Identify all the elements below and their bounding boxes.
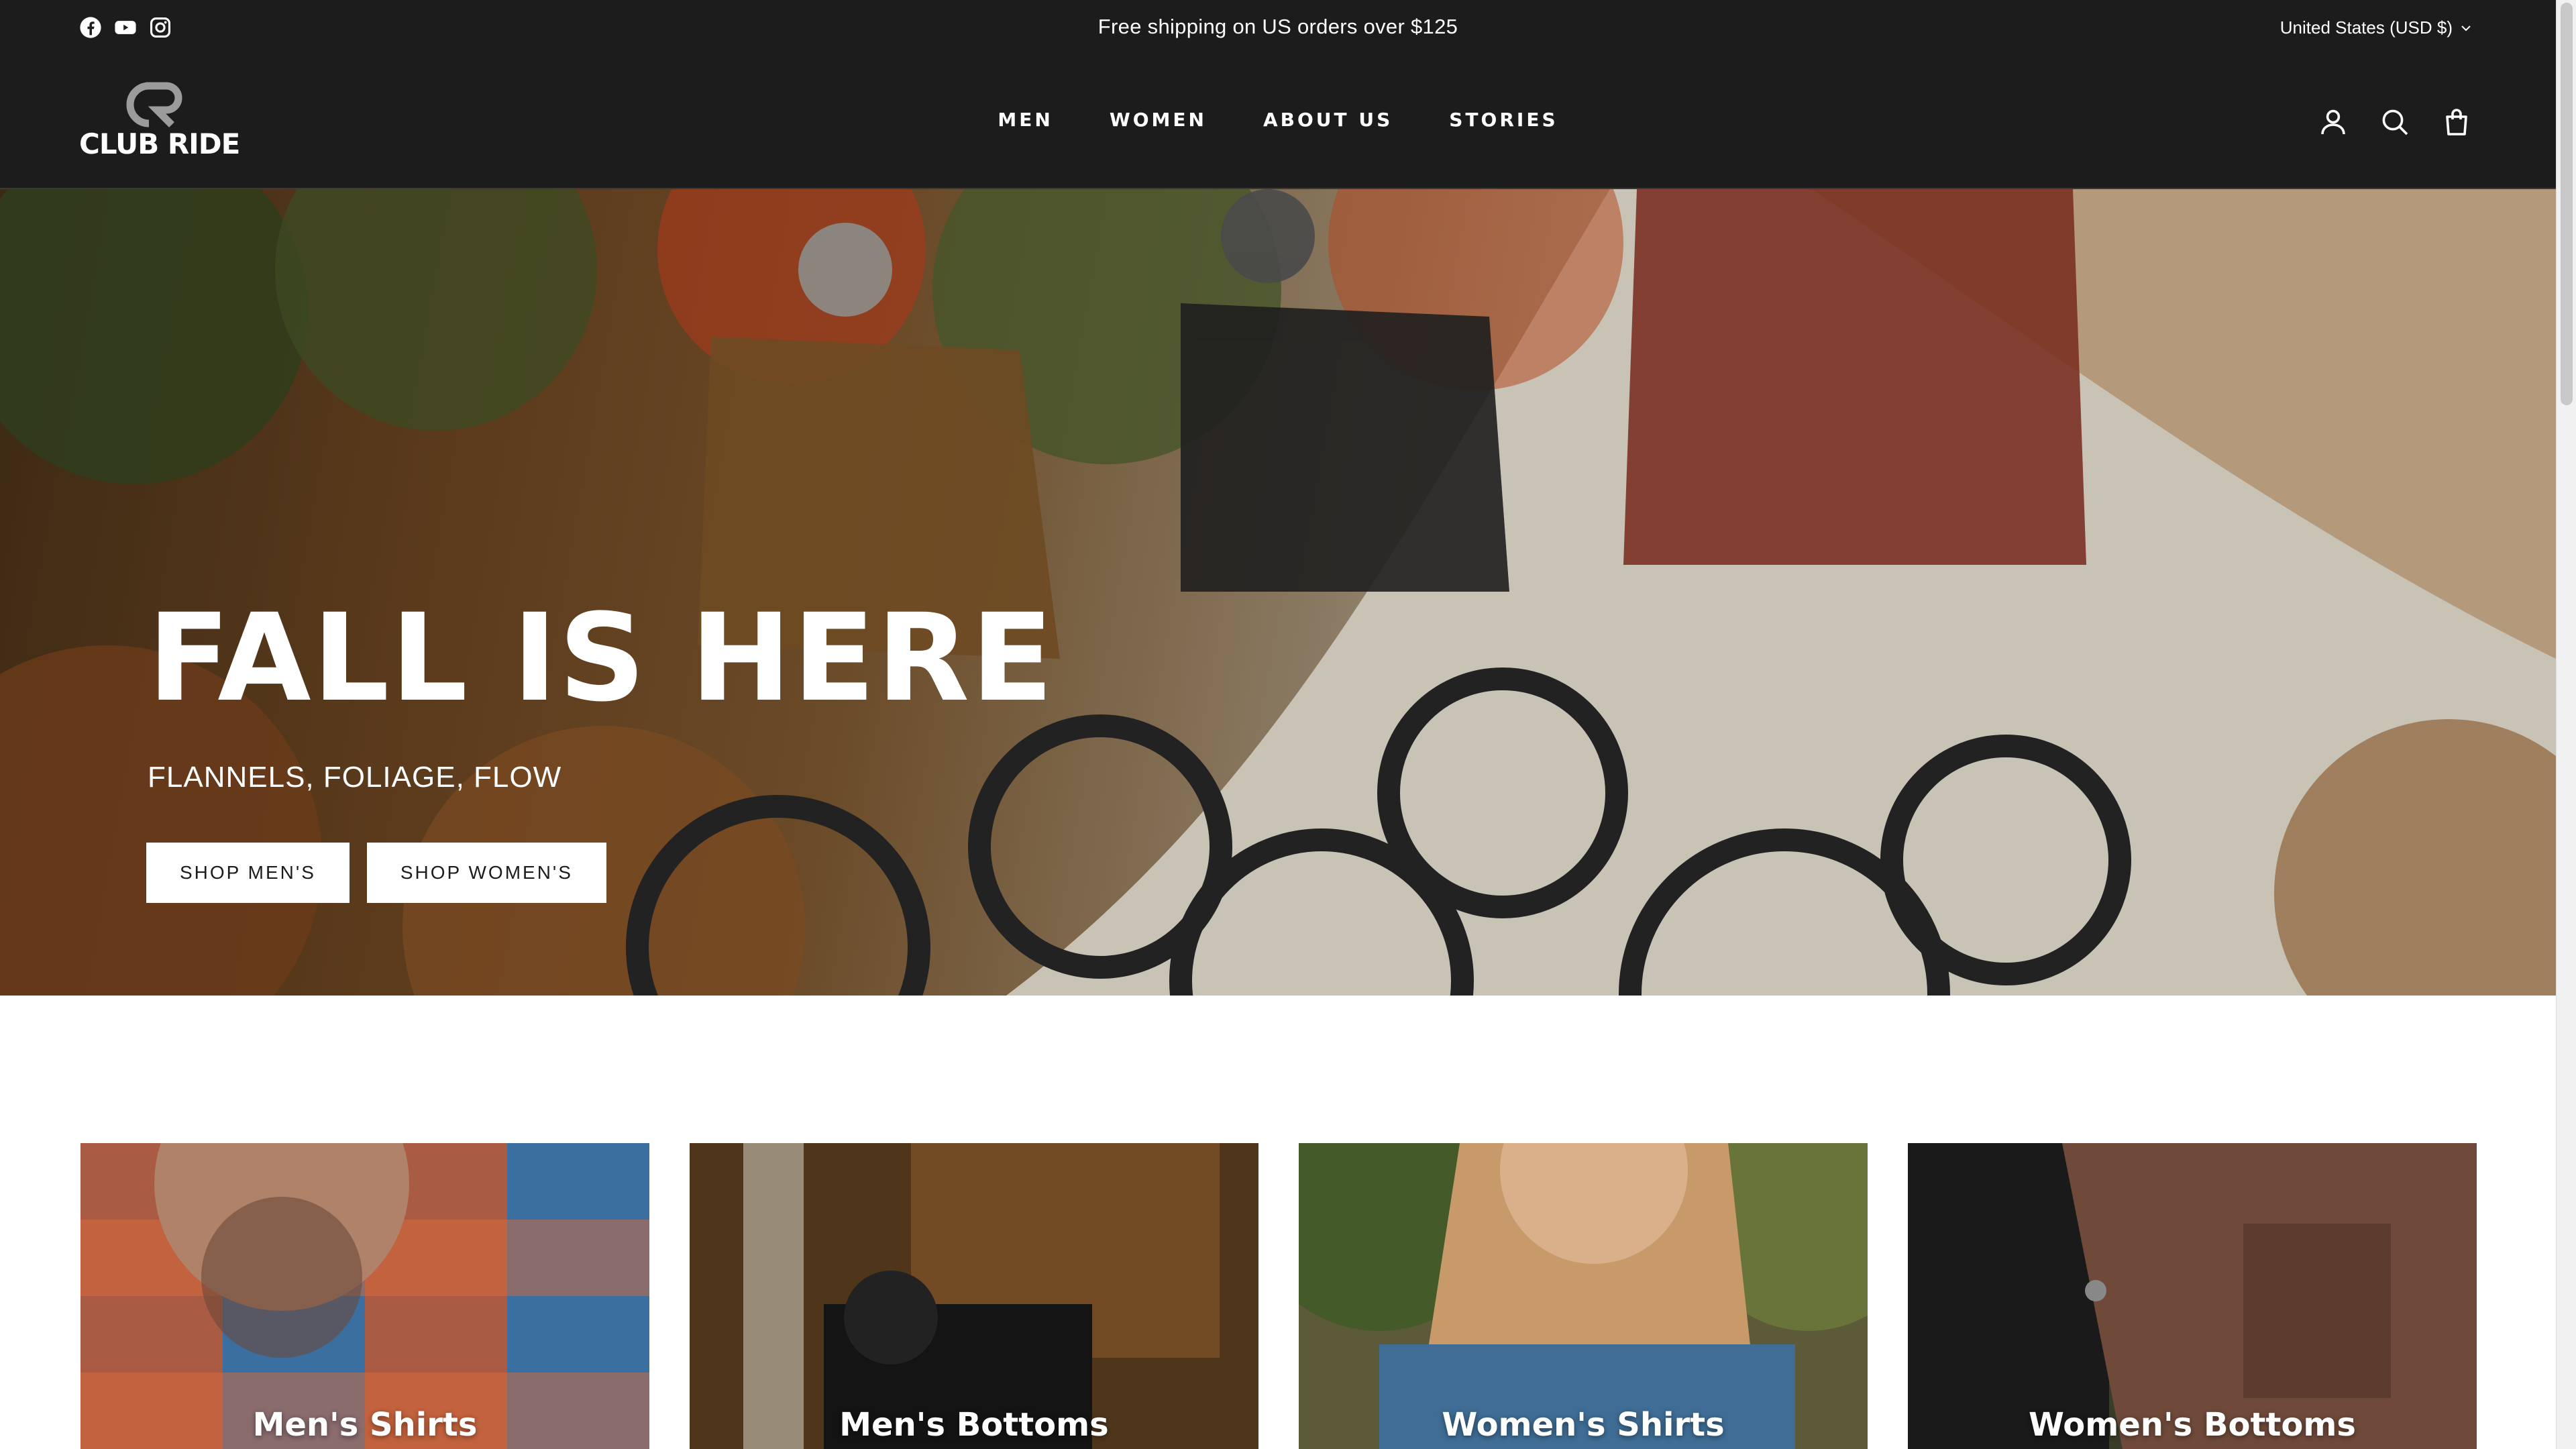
chevron-down-icon [2461,25,2471,31]
collection-card-mens-shirts[interactable]: Men's Shirts [80,1143,649,1449]
hero-buttons: SHOP MEN'S SHOP WOMEN'S [146,843,606,903]
collection-image [690,1143,1258,1449]
hero-subtitle: FLANNELS, FOLIAGE, FLOW [148,761,562,794]
nav-about-us[interactable]: ABOUT US [1263,109,1393,131]
shop-mens-button[interactable]: SHOP MEN'S [146,843,350,903]
header-icons [2317,106,2473,138]
currency-label: United States (USD $) [2279,17,2453,38]
collection-card-womens-bottoms[interactable]: Women's Bottoms [1908,1143,2477,1449]
logo-text: CLUB RIDE [79,127,240,160]
announcement-bar: Free shipping on US orders over $125 Uni… [0,0,2556,56]
collection-label: Men's Bottoms [839,1406,1109,1444]
collection-grid: Men's Shirts Men's Bottoms Women's Shirt… [80,1143,2477,1449]
collection-label: Women's Shirts [1442,1406,1725,1444]
collection-image [1299,1143,1868,1449]
site-header: CLUB RIDE MEN WOMEN ABOUT US STORIES [0,56,2556,189]
search-icon[interactable] [2379,106,2411,138]
cart-icon[interactable] [2440,106,2473,138]
collection-card-mens-bottoms[interactable]: Men's Bottoms [690,1143,1258,1449]
account-icon[interactable] [2317,106,2349,138]
page-scrollbar[interactable] [2556,0,2576,1449]
scrollbar-thumb[interactable] [2561,3,2573,405]
currency-selector[interactable]: United States (USD $) [2280,17,2473,38]
collection-label: Women's Bottoms [2029,1406,2356,1444]
nav-men[interactable]: MEN [998,109,1053,131]
collection-card-womens-shirts[interactable]: Women's Shirts [1299,1143,1868,1449]
shop-womens-button[interactable]: SHOP WOMEN'S [366,843,606,903]
nav-women[interactable]: WOMEN [1110,109,1207,131]
collection-label: Men's Shirts [252,1406,478,1444]
hero-title: FALL IS HERE [148,588,1055,729]
main-nav: MEN WOMEN ABOUT US STORIES [0,109,2556,131]
collection-image [1908,1143,2477,1449]
announcement-text: Free shipping on US orders over $125 [1097,15,1458,38]
nav-stories[interactable]: STORIES [1449,109,1558,131]
hero-banner: FALL IS HERE FLANNELS, FOLIAGE, FLOW SHO… [0,189,2556,996]
collection-image [80,1143,649,1449]
